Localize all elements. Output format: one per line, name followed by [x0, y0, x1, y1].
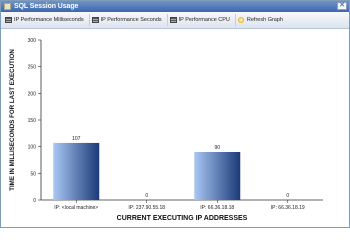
ip-performance-milliseconds-button[interactable]: IP Performance Milliseconds [3, 14, 87, 26]
y-tick-label: 0 [33, 198, 36, 204]
window-title: SQL Session Usage [14, 3, 79, 10]
y-tick-label: 50 [30, 171, 36, 177]
title-bar[interactable]: SQL Session Usage ✕ [1, 1, 349, 12]
y-axis-title: TIME IN MILLISECONDS FOR LAST EXECUTION [9, 49, 16, 191]
toolbar-button-label: IP Performance Milliseconds [14, 17, 84, 23]
data-label: 0 [145, 193, 148, 199]
toolbar-button-label: IP Performance Seconds [100, 17, 162, 23]
x-tick-label: IP: <local machine> [54, 205, 98, 211]
chart-area: 0 50 100 150 200 250 300 107 IP: <local machine>… [1, 30, 349, 228]
x-tick-label: IP: 237.90.55.18 [128, 205, 165, 211]
refresh-graph-button[interactable]: Refresh Graph [234, 14, 286, 26]
toolbar-button-label: Refresh Graph [246, 17, 283, 23]
x-tick-label: IP: 66.36.18.19 [271, 205, 305, 211]
close-button[interactable]: ✕ [337, 2, 347, 10]
toolbar-button-label: IP Performance CPU [178, 17, 230, 23]
refresh-icon [237, 17, 244, 23]
bar-chart: 0 50 100 150 200 250 300 107 IP: <local machine>… [9, 38, 323, 222]
toolbar: IP Performance Milliseconds IP Performan… [1, 12, 349, 29]
y-tick-label: 200 [28, 91, 37, 97]
bar [53, 142, 100, 200]
grid-icon [169, 17, 177, 23]
grid-icon [5, 17, 12, 23]
app-icon [4, 3, 11, 10]
data-label: 107 [72, 136, 81, 142]
y-tick-label: 300 [28, 38, 37, 44]
ip-performance-cpu-button[interactable]: IP Performance CPU [166, 14, 233, 26]
data-label: 0 [286, 193, 289, 199]
y-tick-label: 100 [28, 145, 37, 151]
grid-icon [91, 17, 99, 23]
y-tick-label: 150 [28, 118, 37, 124]
app-window: SQL Session Usage ✕ IP Performance Milli… [0, 0, 350, 228]
data-label: 90 [214, 145, 220, 151]
x-tick-label: IP: 66.36.18.18 [200, 205, 234, 211]
x-axis-title: CURRENT EXECUTING IP ADDRESSES [117, 215, 248, 222]
bar [194, 152, 241, 200]
ip-performance-seconds-button[interactable]: IP Performance Seconds [88, 14, 165, 26]
y-tick-label: 250 [28, 65, 37, 71]
